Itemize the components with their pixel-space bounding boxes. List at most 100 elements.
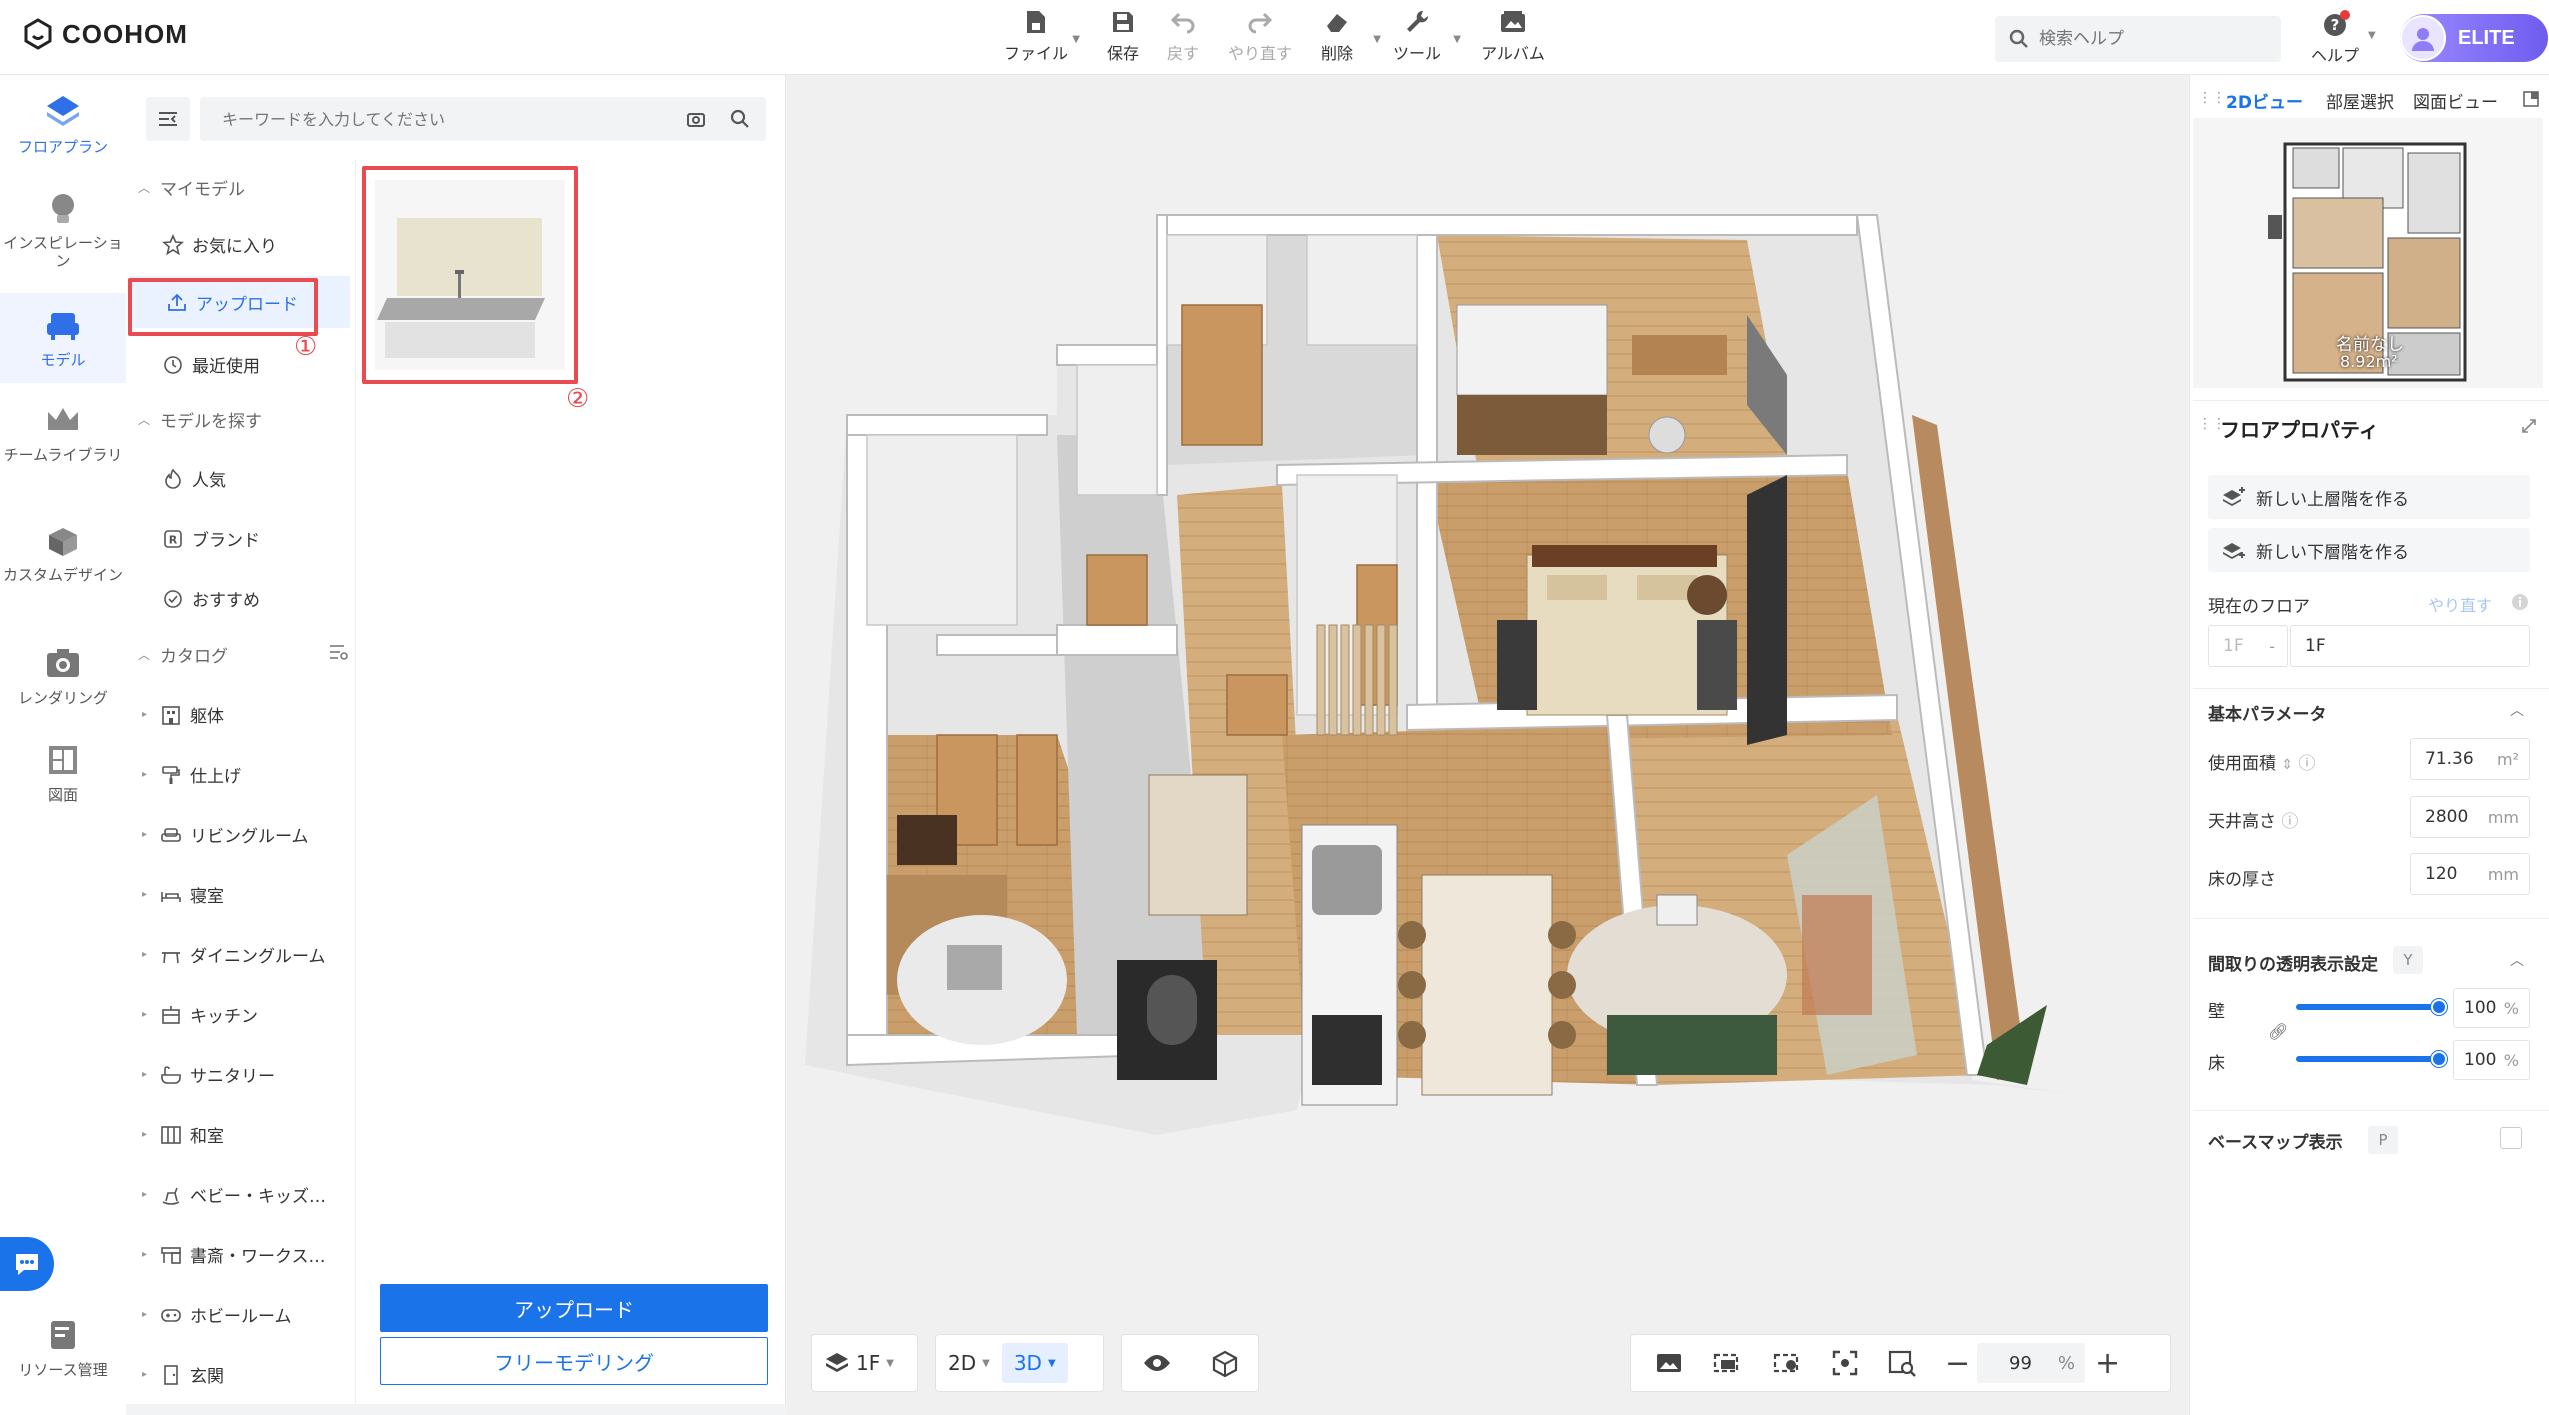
tree-item-catalog[interactable]: ▸ 躯体 bbox=[142, 702, 224, 727]
eye-icon[interactable] bbox=[1142, 1352, 1172, 1374]
redo-icon bbox=[1248, 12, 1273, 34]
chevron-up-icon[interactable]: ︿ bbox=[2510, 950, 2524, 970]
3d-viewport[interactable] bbox=[787, 75, 2187, 1415]
free-modeling-button[interactable]: フリーモデリング bbox=[380, 1337, 768, 1385]
ceiling-height-field[interactable]: 2800 mm bbox=[2410, 796, 2530, 838]
chevron-down-icon[interactable]: ▼ bbox=[2368, 30, 2376, 41]
model-search-box[interactable] bbox=[200, 97, 766, 141]
floor-transparency-field[interactable]: 100% bbox=[2453, 1040, 2530, 1080]
coohom-logo[interactable]: COOHOM bbox=[22, 18, 188, 50]
floor-selector-button[interactable]: 1F ▼ bbox=[812, 1343, 906, 1383]
floor-selector[interactable]: 1F ▼ bbox=[811, 1334, 918, 1392]
redo-link[interactable]: やり直す bbox=[2428, 592, 2492, 616]
delete-button[interactable]: 削除 ▼ bbox=[1299, 8, 1381, 64]
new-lower-floor-button[interactable]: 新しい下層階を作る bbox=[2208, 528, 2530, 572]
tab-room-select[interactable]: 部屋選択 bbox=[2326, 88, 2394, 113]
cube-icon[interactable] bbox=[1211, 1349, 1239, 1377]
section-my-models[interactable]: ︿ マイモデル bbox=[138, 175, 245, 200]
file-menu-button[interactable]: ファイル ▼ bbox=[998, 8, 1080, 64]
view-3d-button[interactable]: 3D ▼ bbox=[1001, 1343, 1068, 1383]
floor-thickness-field[interactable]: 120 mm bbox=[2410, 853, 2530, 895]
upload-button[interactable]: アップロード bbox=[380, 1284, 768, 1332]
tools-menu-button[interactable]: ツール ▼ bbox=[1379, 8, 1461, 64]
chat-support-button[interactable] bbox=[0, 1237, 54, 1291]
rail-item-floorplan[interactable]: フロアプラン bbox=[0, 92, 126, 164]
tree-item-recommended[interactable]: おすすめ bbox=[162, 586, 260, 611]
image-icon[interactable] bbox=[1655, 1351, 1683, 1375]
new-upper-floor-button[interactable]: 新しい上層階を作る bbox=[2208, 475, 2530, 519]
tree-item-catalog[interactable]: ▸ 玄関 bbox=[142, 1362, 224, 1387]
rail-item-inspiration[interactable]: インスピレーション bbox=[0, 188, 126, 284]
view-2d-button[interactable]: 2D ▼ bbox=[936, 1343, 1002, 1383]
rail-item-drawings[interactable]: 図面 bbox=[0, 740, 126, 810]
chevron-down-icon: ▼ bbox=[1453, 34, 1461, 45]
camera-search-icon[interactable] bbox=[686, 109, 706, 129]
basemap-label: ベースマップ表示 bbox=[2208, 1133, 2343, 1153]
tree-item-catalog[interactable]: ▸ ホビールーム bbox=[142, 1302, 292, 1327]
wall-transparency-field[interactable]: 100% bbox=[2453, 988, 2530, 1028]
desk-icon bbox=[161, 1246, 181, 1264]
zoom-input[interactable]: 99 % bbox=[1977, 1343, 2085, 1383]
zoom-unit: % bbox=[2057, 1352, 2075, 1374]
section-catalog[interactable]: ︿ カタログ bbox=[138, 642, 348, 667]
filter-settings-icon[interactable] bbox=[328, 642, 350, 662]
floor-name-field[interactable]: 1F bbox=[2290, 625, 2530, 667]
focus-icon[interactable] bbox=[1831, 1349, 1859, 1377]
expand-icon[interactable] bbox=[2521, 418, 2537, 434]
tree-item-catalog[interactable]: ▸ サニタリー bbox=[142, 1062, 275, 1087]
drag-handle-icon[interactable]: ⋮⋮ bbox=[2198, 90, 2226, 106]
section-explore[interactable]: ︿ モデルを探す bbox=[138, 407, 262, 432]
help-search-input[interactable] bbox=[2039, 29, 2259, 49]
tree-item-catalog[interactable]: ▸ ダイニングルーム bbox=[142, 942, 326, 967]
collapse-tree-button[interactable] bbox=[146, 97, 190, 141]
tree-item-catalog[interactable]: ▸ 書斎・ワークス… bbox=[142, 1242, 326, 1267]
tree-item-catalog[interactable]: ▸ 仕上げ bbox=[142, 762, 241, 787]
rail-item-team-library[interactable]: チームライブラリ bbox=[0, 400, 126, 496]
tree-item-popular[interactable]: 人気 bbox=[162, 466, 226, 491]
search-icon[interactable] bbox=[730, 109, 750, 129]
add-floor-up-icon bbox=[2223, 487, 2245, 506]
tree-item-label: ホビールーム bbox=[190, 1307, 292, 1327]
tree-item-label: 躯体 bbox=[190, 707, 224, 727]
rail-item-custom-design[interactable]: カスタムデザイン bbox=[0, 520, 126, 616]
undo-button[interactable]: 戻す bbox=[1145, 8, 1221, 64]
basemap-checkbox[interactable] bbox=[2500, 1127, 2522, 1149]
help-search-box[interactable] bbox=[1995, 16, 2281, 62]
popout-icon[interactable] bbox=[2522, 90, 2540, 108]
view-3d-label: 3D bbox=[1013, 1351, 1042, 1375]
rail-item-resource-management[interactable]: リソース管理 bbox=[0, 1315, 126, 1385]
tree-item-catalog[interactable]: ▸ リビングルーム bbox=[142, 822, 309, 847]
zoom-out-button[interactable]: − bbox=[1945, 1346, 1970, 1381]
model-search-input[interactable] bbox=[222, 109, 662, 129]
floor-transparency-slider[interactable] bbox=[2296, 1056, 2441, 1062]
floor-slider-handle[interactable] bbox=[2431, 1051, 2447, 1067]
wall-transparency-slider[interactable] bbox=[2296, 1004, 2441, 1010]
tree-item-catalog[interactable]: ▸ 和室 bbox=[142, 1122, 224, 1147]
help-button[interactable]: ? ヘルプ bbox=[2305, 10, 2365, 66]
tree-item-recent[interactable]: 最近使用 bbox=[162, 352, 260, 377]
uploaded-model-card[interactable] bbox=[375, 180, 565, 370]
tree-item-catalog[interactable]: ▸ キッチン bbox=[142, 1002, 258, 1027]
screenshot-icon[interactable] bbox=[1711, 1349, 1743, 1377]
rail-item-rendering[interactable]: レンダリング bbox=[0, 643, 126, 713]
tab-2d-view[interactable]: 2Dビュー bbox=[2226, 88, 2303, 113]
zoom-fit-icon[interactable] bbox=[1887, 1349, 1917, 1377]
link-icon[interactable]: 🔗︎ bbox=[2268, 1022, 2288, 1041]
rail-item-model[interactable]: モデル bbox=[0, 293, 126, 383]
area-field[interactable]: 71.36 m² bbox=[2410, 738, 2530, 780]
view-2d-label: 2D bbox=[948, 1351, 977, 1375]
redo-button[interactable]: やり直す bbox=[1222, 8, 1298, 64]
user-account-button[interactable]: ELITE bbox=[2400, 14, 2548, 62]
shortcut-key-y: Y bbox=[2393, 946, 2423, 974]
floor-prefix-field[interactable]: 1F - bbox=[2208, 625, 2288, 667]
album-button[interactable]: アルバム bbox=[1475, 8, 1551, 64]
tree-item-catalog[interactable]: ▸ ベビー・キッズ… bbox=[142, 1182, 326, 1207]
settings-view-icon[interactable] bbox=[1771, 1349, 1803, 1377]
zoom-in-button[interactable]: + bbox=[2095, 1346, 2120, 1381]
chevron-up-icon[interactable]: ︿ bbox=[2510, 700, 2524, 720]
tree-item-catalog[interactable]: ▸ 寝室 bbox=[142, 882, 224, 907]
tree-item-favorites[interactable]: お気に入り bbox=[162, 232, 277, 257]
wall-slider-handle[interactable] bbox=[2431, 999, 2447, 1015]
tree-item-brand[interactable]: R ブランド bbox=[162, 526, 260, 551]
tab-drawing-view[interactable]: 図面ビュー bbox=[2413, 88, 2498, 113]
